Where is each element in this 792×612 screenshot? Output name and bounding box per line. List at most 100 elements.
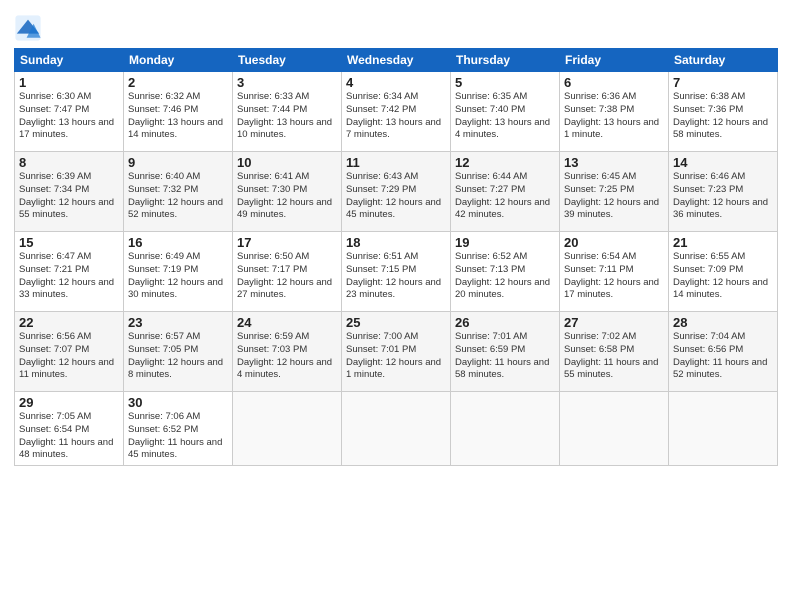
calendar-cell: 9Sunrise: 6:40 AMSunset: 7:32 PMDaylight… bbox=[124, 152, 233, 232]
logo-icon bbox=[14, 14, 42, 42]
day-info: Sunrise: 7:02 AMSunset: 6:58 PMDaylight:… bbox=[564, 331, 664, 382]
day-number: 7 bbox=[673, 75, 773, 90]
calendar-cell: 15Sunrise: 6:47 AMSunset: 7:21 PMDayligh… bbox=[15, 232, 124, 312]
calendar-table: SundayMondayTuesdayWednesdayThursdayFrid… bbox=[14, 48, 778, 466]
day-info: Sunrise: 6:44 AMSunset: 7:27 PMDaylight:… bbox=[455, 171, 555, 222]
calendar-cell: 27Sunrise: 7:02 AMSunset: 6:58 PMDayligh… bbox=[560, 312, 669, 392]
calendar-day-header: Sunday bbox=[15, 49, 124, 72]
day-info: Sunrise: 7:01 AMSunset: 6:59 PMDaylight:… bbox=[455, 331, 555, 382]
day-number: 11 bbox=[346, 155, 446, 170]
calendar-cell: 23Sunrise: 6:57 AMSunset: 7:05 PMDayligh… bbox=[124, 312, 233, 392]
calendar-cell: 4Sunrise: 6:34 AMSunset: 7:42 PMDaylight… bbox=[342, 72, 451, 152]
day-number: 2 bbox=[128, 75, 228, 90]
day-info: Sunrise: 6:34 AMSunset: 7:42 PMDaylight:… bbox=[346, 91, 446, 142]
calendar-cell: 24Sunrise: 6:59 AMSunset: 7:03 PMDayligh… bbox=[233, 312, 342, 392]
day-number: 1 bbox=[19, 75, 119, 90]
day-number: 9 bbox=[128, 155, 228, 170]
calendar-cell: 29Sunrise: 7:05 AMSunset: 6:54 PMDayligh… bbox=[15, 392, 124, 466]
day-number: 24 bbox=[237, 315, 337, 330]
day-number: 3 bbox=[237, 75, 337, 90]
day-number: 26 bbox=[455, 315, 555, 330]
logo bbox=[14, 14, 46, 42]
day-info: Sunrise: 7:04 AMSunset: 6:56 PMDaylight:… bbox=[673, 331, 773, 382]
day-info: Sunrise: 6:56 AMSunset: 7:07 PMDaylight:… bbox=[19, 331, 119, 382]
calendar-cell: 21Sunrise: 6:55 AMSunset: 7:09 PMDayligh… bbox=[669, 232, 778, 312]
day-info: Sunrise: 6:59 AMSunset: 7:03 PMDaylight:… bbox=[237, 331, 337, 382]
calendar-day-header: Monday bbox=[124, 49, 233, 72]
day-info: Sunrise: 6:45 AMSunset: 7:25 PMDaylight:… bbox=[564, 171, 664, 222]
calendar-day-header: Friday bbox=[560, 49, 669, 72]
calendar-cell: 6Sunrise: 6:36 AMSunset: 7:38 PMDaylight… bbox=[560, 72, 669, 152]
day-info: Sunrise: 6:38 AMSunset: 7:36 PMDaylight:… bbox=[673, 91, 773, 142]
day-info: Sunrise: 7:06 AMSunset: 6:52 PMDaylight:… bbox=[128, 411, 228, 462]
calendar-day-header: Thursday bbox=[451, 49, 560, 72]
calendar-cell: 1Sunrise: 6:30 AMSunset: 7:47 PMDaylight… bbox=[15, 72, 124, 152]
calendar-cell: 14Sunrise: 6:46 AMSunset: 7:23 PMDayligh… bbox=[669, 152, 778, 232]
day-number: 17 bbox=[237, 235, 337, 250]
day-number: 6 bbox=[564, 75, 664, 90]
calendar-cell: 16Sunrise: 6:49 AMSunset: 7:19 PMDayligh… bbox=[124, 232, 233, 312]
day-number: 14 bbox=[673, 155, 773, 170]
day-number: 29 bbox=[19, 395, 119, 410]
day-info: Sunrise: 6:41 AMSunset: 7:30 PMDaylight:… bbox=[237, 171, 337, 222]
day-info: Sunrise: 6:57 AMSunset: 7:05 PMDaylight:… bbox=[128, 331, 228, 382]
calendar-cell: 7Sunrise: 6:38 AMSunset: 7:36 PMDaylight… bbox=[669, 72, 778, 152]
day-number: 20 bbox=[564, 235, 664, 250]
day-info: Sunrise: 6:32 AMSunset: 7:46 PMDaylight:… bbox=[128, 91, 228, 142]
calendar-cell: 20Sunrise: 6:54 AMSunset: 7:11 PMDayligh… bbox=[560, 232, 669, 312]
day-info: Sunrise: 6:36 AMSunset: 7:38 PMDaylight:… bbox=[564, 91, 664, 142]
day-info: Sunrise: 6:35 AMSunset: 7:40 PMDaylight:… bbox=[455, 91, 555, 142]
calendar-cell: 19Sunrise: 6:52 AMSunset: 7:13 PMDayligh… bbox=[451, 232, 560, 312]
day-number: 8 bbox=[19, 155, 119, 170]
calendar-cell: 28Sunrise: 7:04 AMSunset: 6:56 PMDayligh… bbox=[669, 312, 778, 392]
day-number: 19 bbox=[455, 235, 555, 250]
calendar-day-header: Saturday bbox=[669, 49, 778, 72]
calendar-cell bbox=[342, 392, 451, 466]
day-info: Sunrise: 6:40 AMSunset: 7:32 PMDaylight:… bbox=[128, 171, 228, 222]
day-number: 18 bbox=[346, 235, 446, 250]
calendar-header-row: SundayMondayTuesdayWednesdayThursdayFrid… bbox=[15, 49, 778, 72]
day-info: Sunrise: 7:05 AMSunset: 6:54 PMDaylight:… bbox=[19, 411, 119, 462]
calendar-cell: 11Sunrise: 6:43 AMSunset: 7:29 PMDayligh… bbox=[342, 152, 451, 232]
calendar-cell: 3Sunrise: 6:33 AMSunset: 7:44 PMDaylight… bbox=[233, 72, 342, 152]
day-info: Sunrise: 6:49 AMSunset: 7:19 PMDaylight:… bbox=[128, 251, 228, 302]
day-info: Sunrise: 6:55 AMSunset: 7:09 PMDaylight:… bbox=[673, 251, 773, 302]
calendar-cell: 8Sunrise: 6:39 AMSunset: 7:34 PMDaylight… bbox=[15, 152, 124, 232]
day-number: 12 bbox=[455, 155, 555, 170]
day-number: 15 bbox=[19, 235, 119, 250]
day-number: 5 bbox=[455, 75, 555, 90]
day-info: Sunrise: 6:54 AMSunset: 7:11 PMDaylight:… bbox=[564, 251, 664, 302]
day-number: 16 bbox=[128, 235, 228, 250]
day-number: 10 bbox=[237, 155, 337, 170]
calendar-cell: 25Sunrise: 7:00 AMSunset: 7:01 PMDayligh… bbox=[342, 312, 451, 392]
day-number: 4 bbox=[346, 75, 446, 90]
day-number: 25 bbox=[346, 315, 446, 330]
calendar-cell: 30Sunrise: 7:06 AMSunset: 6:52 PMDayligh… bbox=[124, 392, 233, 466]
day-info: Sunrise: 6:39 AMSunset: 7:34 PMDaylight:… bbox=[19, 171, 119, 222]
day-info: Sunrise: 6:51 AMSunset: 7:15 PMDaylight:… bbox=[346, 251, 446, 302]
day-info: Sunrise: 6:46 AMSunset: 7:23 PMDaylight:… bbox=[673, 171, 773, 222]
calendar-cell: 10Sunrise: 6:41 AMSunset: 7:30 PMDayligh… bbox=[233, 152, 342, 232]
day-info: Sunrise: 6:47 AMSunset: 7:21 PMDaylight:… bbox=[19, 251, 119, 302]
calendar-cell bbox=[233, 392, 342, 466]
day-info: Sunrise: 6:33 AMSunset: 7:44 PMDaylight:… bbox=[237, 91, 337, 142]
calendar-cell: 12Sunrise: 6:44 AMSunset: 7:27 PMDayligh… bbox=[451, 152, 560, 232]
day-info: Sunrise: 6:52 AMSunset: 7:13 PMDaylight:… bbox=[455, 251, 555, 302]
page-header bbox=[14, 10, 778, 42]
day-number: 28 bbox=[673, 315, 773, 330]
calendar-cell: 13Sunrise: 6:45 AMSunset: 7:25 PMDayligh… bbox=[560, 152, 669, 232]
calendar-day-header: Wednesday bbox=[342, 49, 451, 72]
calendar-cell: 22Sunrise: 6:56 AMSunset: 7:07 PMDayligh… bbox=[15, 312, 124, 392]
day-info: Sunrise: 6:50 AMSunset: 7:17 PMDaylight:… bbox=[237, 251, 337, 302]
day-number: 30 bbox=[128, 395, 228, 410]
calendar-cell: 2Sunrise: 6:32 AMSunset: 7:46 PMDaylight… bbox=[124, 72, 233, 152]
day-number: 21 bbox=[673, 235, 773, 250]
day-number: 13 bbox=[564, 155, 664, 170]
day-number: 22 bbox=[19, 315, 119, 330]
day-info: Sunrise: 6:43 AMSunset: 7:29 PMDaylight:… bbox=[346, 171, 446, 222]
day-info: Sunrise: 7:00 AMSunset: 7:01 PMDaylight:… bbox=[346, 331, 446, 382]
calendar-cell bbox=[669, 392, 778, 466]
calendar-cell bbox=[560, 392, 669, 466]
calendar-cell: 26Sunrise: 7:01 AMSunset: 6:59 PMDayligh… bbox=[451, 312, 560, 392]
day-number: 23 bbox=[128, 315, 228, 330]
